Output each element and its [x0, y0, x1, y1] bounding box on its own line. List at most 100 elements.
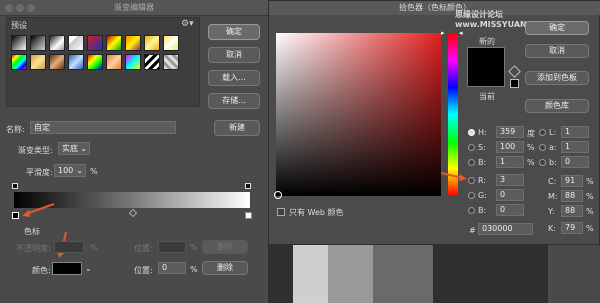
- annotation-arrow: [22, 203, 55, 217]
- blue-label: B:: [478, 206, 487, 215]
- y-input[interactable]: 88: [561, 205, 583, 217]
- preset-swatch[interactable]: [87, 54, 103, 70]
- preset-swatch[interactable]: [125, 35, 141, 51]
- preset-swatch[interactable]: [106, 35, 122, 51]
- color-location-unit: %: [190, 265, 198, 274]
- saturation-brightness-field[interactable]: [276, 33, 441, 196]
- close-window-button[interactable]: [5, 4, 13, 12]
- cancel-button[interactable]: 取消: [525, 44, 589, 58]
- k-unit: %: [586, 224, 594, 233]
- radio-h[interactable]: [468, 129, 475, 136]
- s-label: S:: [478, 143, 486, 152]
- zoom-window-button[interactable]: [27, 4, 35, 12]
- preset-swatch[interactable]: [49, 54, 65, 70]
- preset-swatch[interactable]: [163, 35, 179, 51]
- add-to-swatches-button[interactable]: 添加到色板: [525, 71, 589, 85]
- lab-b-input[interactable]: 0: [561, 156, 589, 168]
- color-stop-right[interactable]: [245, 212, 252, 219]
- c-unit: %: [586, 177, 594, 186]
- hex-input[interactable]: 030000: [478, 223, 533, 235]
- radio-lab-b[interactable]: [539, 159, 546, 166]
- preset-swatch[interactable]: [106, 54, 122, 70]
- preset-swatch[interactable]: [49, 35, 65, 51]
- preset-swatch-grid: [11, 35, 195, 103]
- midpoint-diamond[interactable]: [128, 208, 138, 218]
- preset-swatch[interactable]: [144, 54, 160, 70]
- smoothness-input[interactable]: 100 ⌄: [54, 164, 86, 177]
- gradient-editor-window: 渐变编辑器 预设 ⚙▾ 确定 取消 载入... 存储... 名称: 自定 新建 …: [0, 0, 268, 303]
- gradient-type-select[interactable]: 实底 ⌄: [58, 142, 90, 155]
- canvas-area: [328, 245, 373, 303]
- opacity-label: 不透明度:: [16, 244, 51, 253]
- opacity-location-unit: %: [190, 243, 198, 252]
- preset-swatch[interactable]: [30, 54, 46, 70]
- color-libraries-button[interactable]: 颜色库: [525, 99, 589, 113]
- radio-blue[interactable]: [468, 207, 475, 214]
- presets-label: 预设: [11, 21, 27, 30]
- m-input[interactable]: 88: [561, 190, 583, 202]
- k-label: K:: [548, 224, 556, 233]
- save-button[interactable]: 存储...: [208, 93, 260, 109]
- k-input[interactable]: 79: [561, 222, 583, 234]
- hex-label: #: [469, 226, 476, 235]
- radio-r[interactable]: [468, 177, 475, 184]
- radio-l[interactable]: [539, 129, 546, 136]
- g-input[interactable]: 0: [496, 189, 524, 201]
- ok-button[interactable]: 确定: [525, 21, 589, 35]
- color-stop-swatch[interactable]: [52, 262, 82, 275]
- lab-b-label: b:: [549, 158, 557, 167]
- canvas-area: [293, 245, 328, 303]
- color-location-input[interactable]: 0: [158, 262, 186, 274]
- l-input[interactable]: 1: [561, 126, 589, 138]
- color-field-cursor[interactable]: [274, 191, 282, 199]
- preset-swatch[interactable]: [11, 54, 27, 70]
- preset-swatch[interactable]: [125, 54, 141, 70]
- preset-swatch[interactable]: [144, 35, 160, 51]
- s-input[interactable]: 100: [496, 141, 524, 153]
- load-button[interactable]: 载入...: [208, 70, 260, 86]
- new-button[interactable]: 新建: [214, 120, 260, 136]
- preset-swatch[interactable]: [11, 35, 27, 51]
- opacity-stop-left[interactable]: [12, 183, 18, 189]
- radio-s[interactable]: [468, 144, 475, 151]
- presets-panel: 预设 ⚙▾: [6, 17, 200, 107]
- r-label: R:: [478, 176, 487, 185]
- preset-swatch[interactable]: [30, 35, 46, 51]
- color-stop-left[interactable]: [12, 212, 19, 219]
- preset-swatch[interactable]: [87, 35, 103, 51]
- chevron-down-icon[interactable]: ⌄: [85, 264, 92, 273]
- radio-a[interactable]: [539, 144, 546, 151]
- delete-color-stop-button[interactable]: 删除: [202, 261, 248, 275]
- minimize-window-button[interactable]: [16, 4, 24, 12]
- y-unit: %: [586, 207, 594, 216]
- r-input[interactable]: 3: [496, 174, 524, 186]
- b-label: B:: [478, 158, 487, 167]
- h-input[interactable]: 359: [496, 126, 524, 138]
- chevron-down-icon: ⌄: [76, 166, 83, 175]
- preset-swatch[interactable]: [68, 35, 84, 51]
- opacity-stop-right[interactable]: [245, 183, 251, 189]
- name-input[interactable]: 自定: [30, 121, 176, 134]
- l-label: L:: [549, 128, 557, 137]
- blue-input[interactable]: 0: [496, 204, 524, 216]
- ok-button[interactable]: 确定: [208, 24, 260, 40]
- web-only-label: 只有 Web 颜色: [289, 208, 344, 217]
- radio-g[interactable]: [468, 192, 475, 199]
- cube-icon[interactable]: [508, 65, 521, 78]
- web-safe-swatch-icon[interactable]: [510, 79, 519, 88]
- smoothness-unit: %: [90, 167, 98, 176]
- preset-swatch[interactable]: [68, 54, 84, 70]
- opacity-location-label: 位置:: [134, 244, 153, 253]
- web-only-checkbox[interactable]: [277, 208, 285, 216]
- hue-slider-handle-left[interactable]: ▸: [441, 29, 445, 37]
- hue-slider-handle-right[interactable]: ◂: [459, 29, 463, 37]
- preset-swatch[interactable]: [163, 54, 179, 70]
- cancel-button[interactable]: 取消: [208, 47, 260, 63]
- gear-icon[interactable]: ⚙▾: [181, 19, 194, 29]
- b-input[interactable]: 1: [496, 156, 524, 168]
- c-label: C:: [548, 177, 557, 186]
- radio-b[interactable]: [468, 159, 475, 166]
- c-input[interactable]: 91: [561, 175, 583, 187]
- a-input[interactable]: 1: [561, 141, 589, 153]
- chevron-down-icon: ⌄: [80, 144, 87, 153]
